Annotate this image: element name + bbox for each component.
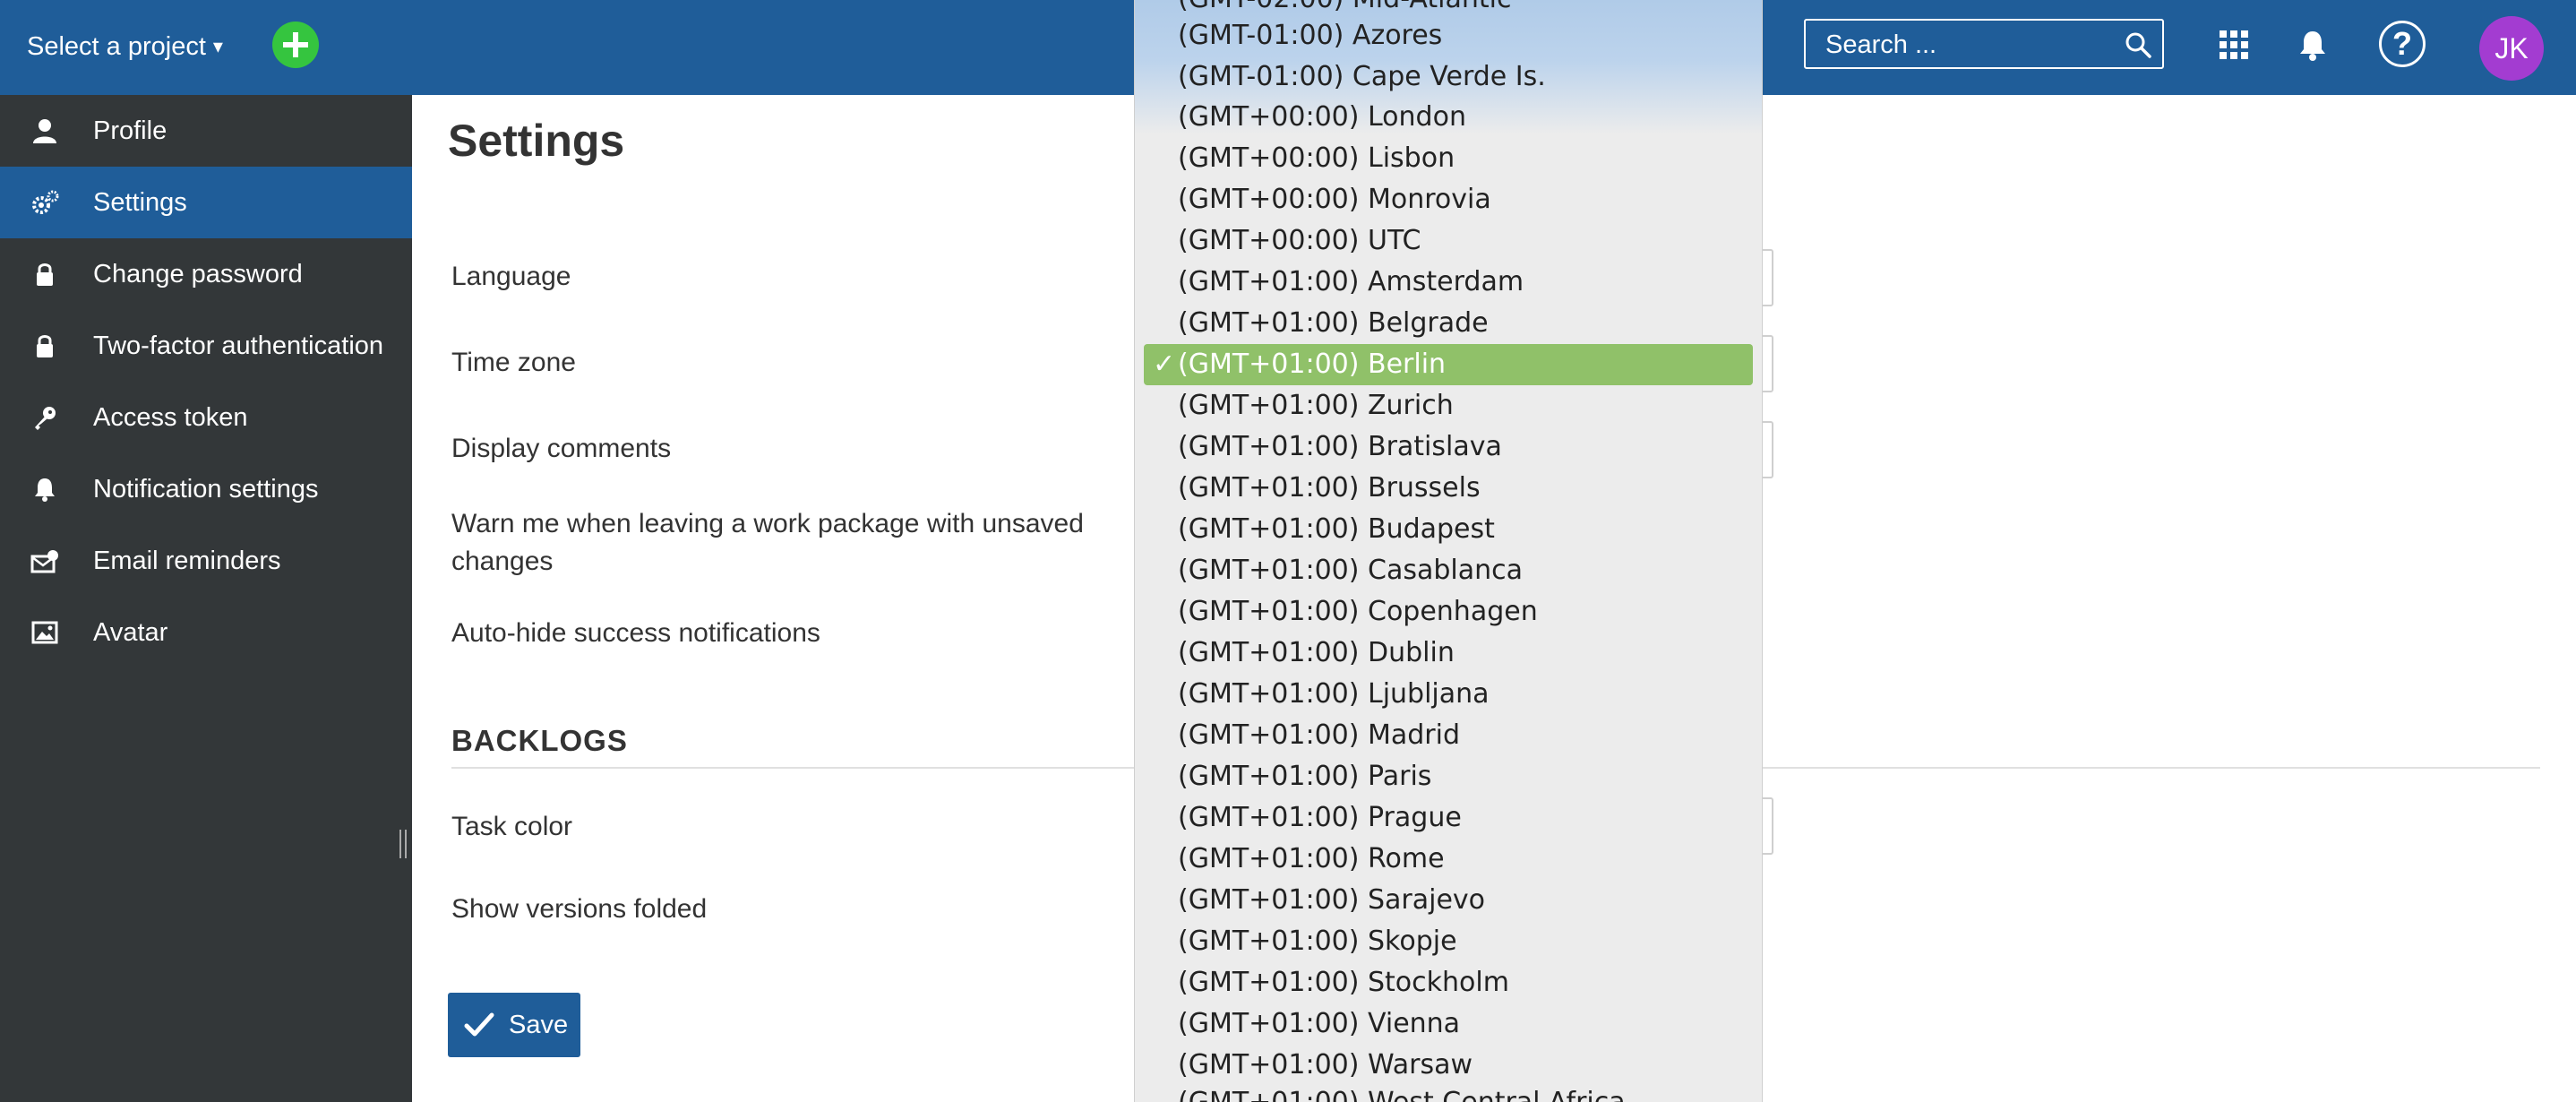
timezone-option[interactable]: (GMT+01:00) Zurich [1178,385,1454,426]
sidebar-item-notification-settings[interactable]: Notification settings [0,453,412,525]
timezone-option[interactable]: (GMT+01:00) Brussels [1178,468,1481,509]
user-icon [33,119,56,143]
lock-icon [37,335,53,357]
check-icon: ✓ [1153,349,1176,380]
sidebar-item-label: Profile [93,116,167,145]
email-icon [30,550,58,573]
bell-icon[interactable] [2298,29,2327,61]
checkmark-icon [464,1012,494,1037]
search-box[interactable] [1804,19,2164,69]
project-select-label: Select a project [27,32,206,61]
sidebar-item-two-factor[interactable]: Two-factor authentication [0,310,412,382]
warn-unsaved-label: Warn me when leaving a work package with… [451,509,1084,576]
timezone-option[interactable]: (GMT-01:00) Azores [1178,15,1442,56]
sidebar-item-label: Notification settings [93,475,319,504]
timezone-option-selected[interactable]: ✓ (GMT+01:00) Berlin [1144,344,1753,385]
timezone-option[interactable]: (GMT+00:00) Lisbon [1178,138,1455,179]
sidebar-item-label: Access token [93,403,248,432]
timezone-dropdown-list[interactable]: (GMT-02:00) Mid-Atlantic (GMT-01:00) Azo… [1134,0,1763,1102]
timezone-option[interactable]: (GMT+01:00) Bratislava [1178,426,1502,468]
timezone-option[interactable]: (GMT+00:00) Monrovia [1178,179,1491,220]
help-icon[interactable]: ? [2379,21,2426,67]
display-comments-label: Display comments [451,434,672,463]
save-label: Save [509,1011,569,1039]
sidebar: Profile Settings Change password Two-fac… [0,95,412,1102]
timezone-option[interactable]: (GMT+01:00) Sarajevo [1178,880,1485,921]
search-input[interactable] [1824,21,2114,69]
sidebar-item-label: Avatar [93,618,168,647]
timezone-option[interactable]: (GMT+01:00) Rome [1178,839,1445,880]
timezone-option[interactable]: (GMT+01:00) Stockholm [1178,962,1509,1003]
time-zone-label: Time zone [451,348,576,377]
image-icon [31,621,58,644]
plus-icon [283,32,308,57]
timezone-option[interactable]: (GMT+01:00) Paris [1178,756,1431,797]
selected-option-label: (GMT+01:00) Berlin [1178,349,1447,380]
show-versions-folded-label: Show versions folded [451,894,708,924]
lock-icon [37,263,53,286]
sidebar-resize-handle[interactable] [399,830,407,858]
timezone-option[interactable]: (GMT+01:00) Casablanca [1178,550,1523,591]
sidebar-item-email-reminders[interactable]: Email reminders [0,525,412,597]
bell-icon [35,478,55,502]
timezone-option[interactable]: (GMT+01:00) Vienna [1178,1003,1460,1045]
caret-down-icon: ▾ [212,35,223,57]
backlogs-section-title: BACKLOGS [451,724,628,757]
gears-icon [32,190,59,214]
timezone-option[interactable]: (GMT+00:00) London [1178,97,1466,138]
timezone-option[interactable]: (GMT+01:00) Amsterdam [1178,262,1524,303]
key-icon [35,407,56,430]
sidebar-item-profile[interactable]: Profile [0,95,412,167]
sidebar-item-label: Change password [93,260,303,288]
sidebar-item-label: Email reminders [93,547,281,575]
page-title: Settings [448,116,625,166]
sidebar-item-settings[interactable]: Settings [0,167,412,238]
apps-grid-icon[interactable] [2220,30,2248,59]
timezone-option[interactable]: (GMT+01:00) Copenhagen [1178,591,1538,633]
sidebar-item-label: Two-factor authentication [93,331,384,360]
task-color-label: Task color [451,812,573,841]
timezone-option[interactable]: (GMT+01:00) Madrid [1178,715,1460,756]
sidebar-item-avatar[interactable]: Avatar [0,597,412,668]
project-select-button[interactable]: Select a project ▾ [27,27,223,66]
avatar[interactable]: JK [2479,16,2544,81]
timezone-option[interactable]: (GMT+01:00) Skopje [1178,921,1457,962]
timezone-option[interactable]: (GMT+01:00) Warsaw [1178,1045,1473,1086]
search-icon[interactable] [2125,31,2151,58]
save-button[interactable]: Save [448,993,580,1057]
add-button[interactable] [272,22,319,68]
timezone-option[interactable]: (GMT+01:00) Dublin [1178,633,1455,674]
timezone-option[interactable]: (GMT-01:00) Cape Verde Is. [1178,56,1546,98]
auto-hide-label: Auto-hide success notifications [451,618,820,648]
language-label: Language [451,262,571,291]
timezone-option[interactable]: (GMT+01:00) Belgrade [1178,303,1489,344]
timezone-option[interactable]: (GMT+00:00) UTC [1178,220,1421,262]
timezone-option[interactable]: (GMT+01:00) Prague [1178,797,1462,839]
sidebar-item-access-token[interactable]: Access token [0,382,412,453]
timezone-option[interactable]: (GMT+01:00) West Central Africa [1178,1082,1626,1102]
sidebar-item-change-password[interactable]: Change password [0,238,412,310]
timezone-option[interactable]: (GMT+01:00) Ljubljana [1178,674,1490,715]
timezone-option[interactable]: (GMT+01:00) Budapest [1178,509,1495,550]
sidebar-item-label: Settings [93,188,187,217]
